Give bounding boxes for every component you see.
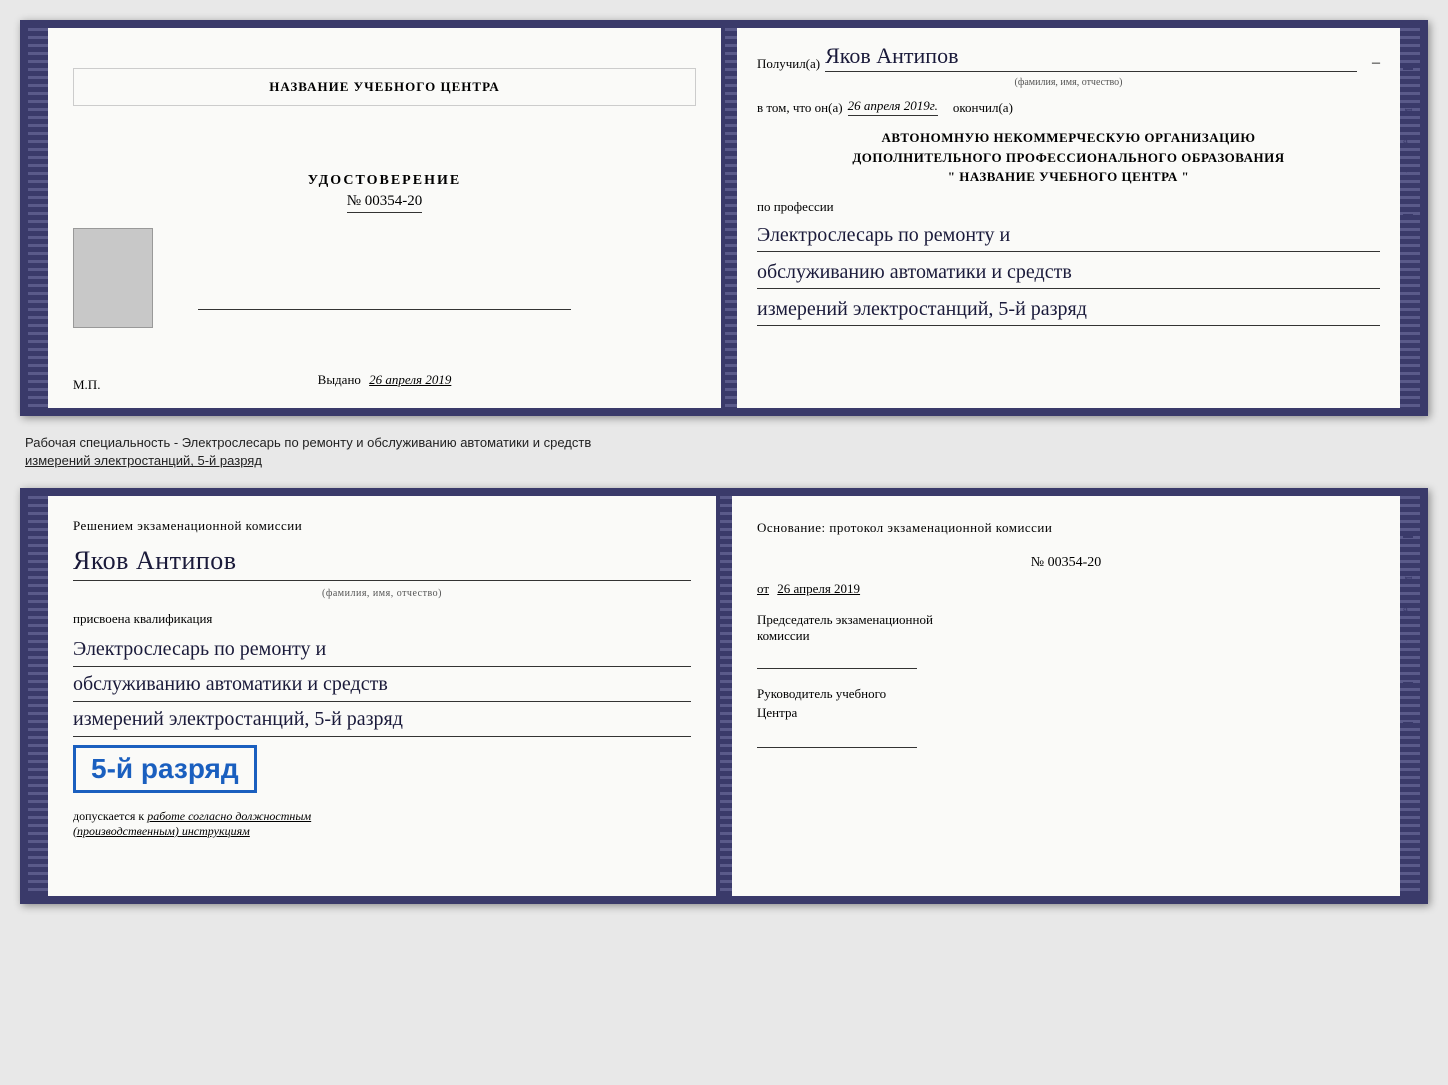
vydano-line: Выдано 26 апреля 2019 bbox=[318, 372, 452, 388]
prisvoena-line: присвоена квалификация bbox=[73, 611, 691, 627]
b-edge-dash-5 bbox=[1403, 682, 1413, 684]
org-line1: АВТОНОМНУЮ НЕКОММЕРЧЕСКУЮ ОРГАНИЗАЦИЮ bbox=[757, 128, 1380, 148]
fio-label-top: (фамилия, имя, отчество) bbox=[757, 77, 1380, 88]
vydano-label: Выдано bbox=[318, 372, 361, 387]
dash-separator: – bbox=[1372, 54, 1380, 72]
bottom-recipient-name: Яков Антипов bbox=[73, 541, 691, 581]
bottom-right-edge-decorations: И а ← bbox=[1403, 516, 1415, 744]
edge-text-i: И bbox=[1403, 108, 1415, 116]
bottom-right-page: Основание: протокол экзаменационной коми… bbox=[732, 496, 1400, 896]
predsedatel-signature-line bbox=[757, 649, 917, 669]
osnovanie-block: Основание: протокол экзаменационной коми… bbox=[757, 516, 1375, 539]
page-container: НАЗВАНИЕ УЧЕБНОГО ЦЕНТРА УДОСТОВЕРЕНИЕ №… bbox=[20, 20, 1428, 904]
between-books-text: Рабочая специальность - Электрослесарь п… bbox=[20, 426, 1428, 478]
qual-line2: обслуживанию автоматики и средств bbox=[73, 667, 691, 702]
protocol-number: № 00354-20 bbox=[1031, 555, 1102, 570]
between-line1-text: Рабочая специальность - Электрослесарь п… bbox=[25, 435, 591, 450]
bottom-left-page: Решением экзаменационной комиссии Яков А… bbox=[48, 496, 720, 896]
edge-dash-5 bbox=[1403, 214, 1413, 216]
right-edge-decorations: И а ← bbox=[1403, 48, 1415, 236]
predsedatel-block: Председатель экзаменационной комиссии bbox=[757, 612, 1375, 669]
profession-line3: измерений электростанций, 5-й разряд bbox=[757, 293, 1380, 326]
cert-spine bbox=[725, 28, 737, 408]
bottom-certificate-book: Решением экзаменационной комиссии Яков А… bbox=[20, 488, 1428, 904]
rukovoditel-label2: Центра bbox=[757, 703, 1375, 723]
top-left-page: НАЗВАНИЕ УЧЕБНОГО ЦЕНТРА УДОСТОВЕРЕНИЕ №… bbox=[48, 28, 725, 408]
edge-dash-3 bbox=[1403, 88, 1413, 90]
qualification-block: Электрослесарь по ремонту и обслуживанию… bbox=[73, 632, 691, 737]
b-edge-dash-1 bbox=[1403, 516, 1413, 518]
edge-dash-1 bbox=[1403, 48, 1413, 50]
predsedatel-label2: комиссии bbox=[757, 628, 1375, 644]
top-right-page: Получил(а) Яков Антипов – (фамилия, имя,… bbox=[737, 28, 1400, 408]
completion-date: 26 апреля 2019г. bbox=[848, 98, 938, 116]
org-block: АВТОНОМНУЮ НЕКОММЕРЧЕСКУЮ ОРГАНИЗАЦИЮ ДО… bbox=[757, 128, 1380, 187]
edge-dash-4 bbox=[1403, 194, 1413, 196]
resheniem-label: Решением экзаменационной комиссии bbox=[73, 516, 691, 536]
profession-line2: обслуживанию автоматики и средств bbox=[757, 256, 1380, 289]
bottom-cert-spine bbox=[720, 496, 732, 896]
dopusk-text2: (производственным) инструкциям bbox=[73, 824, 250, 838]
b-edge-dash-7 bbox=[1403, 722, 1413, 724]
b-edge-dash-8 bbox=[1403, 742, 1413, 744]
b-edge-dash-3 bbox=[1403, 556, 1413, 558]
razryad-text: 5-й разряд bbox=[91, 753, 239, 784]
profession-label: по профессии bbox=[757, 199, 834, 214]
ot-line: от 26 апреля 2019 bbox=[757, 581, 1375, 597]
dopusk-text: работе согласно должностным bbox=[147, 809, 311, 823]
b-edge-dash-6 bbox=[1403, 702, 1413, 704]
profession-line1: Электрослесарь по ремонту и bbox=[757, 219, 1380, 252]
between-line2-text: измерений электростанций, 5-й разряд bbox=[25, 453, 262, 468]
between-line1: Рабочая специальность - Электрослесарь п… bbox=[25, 434, 1423, 452]
org-line2: ДОПОЛНИТЕЛЬНОГО ПРОФЕССИОНАЛЬНОГО ОБРАЗО… bbox=[757, 148, 1380, 168]
edge-dash-2 bbox=[1403, 68, 1413, 70]
recipient-name: Яков Антипов bbox=[825, 43, 1357, 72]
osnovanie-label: Основание: протокол экзаменационной коми… bbox=[757, 520, 1052, 535]
ot-label: от bbox=[757, 581, 769, 596]
qual-line1: Электрослесарь по ремонту и bbox=[73, 632, 691, 667]
left-spine-decoration bbox=[28, 28, 48, 408]
b-edge-dash-4 bbox=[1403, 662, 1413, 664]
edge-text-arrow: ← bbox=[1403, 164, 1415, 176]
rukovoditel-block: Руководитель учебного Центра bbox=[757, 684, 1375, 748]
b-edge-text-a: а bbox=[1403, 602, 1415, 614]
profession-block: по профессии Электрослесарь по ремонту и… bbox=[757, 199, 1380, 326]
razryad-box: 5-й разряд bbox=[73, 745, 257, 793]
b-edge-text-arrow: ← bbox=[1403, 632, 1415, 644]
bottom-left-spine bbox=[28, 496, 48, 896]
okonchil-label: окончил(а) bbox=[953, 100, 1013, 116]
rukovoditel-signature-line bbox=[757, 728, 917, 748]
mp-line: М.П. bbox=[73, 377, 100, 393]
udostoverenie-number: № 00354-20 bbox=[347, 193, 423, 213]
qual-line3: измерений электростанций, 5-й разряд bbox=[73, 702, 691, 737]
dopuskaetsya-line: допускается к работе согласно должностны… bbox=[73, 809, 691, 839]
vtom-label: в том, что он(а) bbox=[757, 100, 843, 116]
udostoverenie-block: УДОСТОВЕРЕНИЕ № 00354-20 bbox=[308, 173, 461, 213]
udostoverenie-title: УДОСТОВЕРЕНИЕ bbox=[308, 173, 461, 189]
resheniem-block: Решением экзаменационной комиссии Яков А… bbox=[73, 516, 691, 601]
b-edge-text-i: И bbox=[1403, 576, 1415, 584]
school-name-top: НАЗВАНИЕ УЧЕБНОГО ЦЕНТРА bbox=[73, 68, 696, 106]
poluchil-label: Получил(а) bbox=[757, 56, 820, 72]
between-line2: измерений электростанций, 5-й разряд bbox=[25, 452, 1423, 470]
vtom-line: в том, что он(а) 26 апреля 2019г. окончи… bbox=[757, 98, 1380, 116]
vydano-date: 26 апреля 2019 bbox=[369, 372, 451, 387]
ot-date: 26 апреля 2019 bbox=[777, 581, 860, 596]
predsedatel-label: Председатель экзаменационной bbox=[757, 612, 1375, 628]
poluchil-line: Получил(а) Яков Антипов – bbox=[757, 43, 1380, 72]
top-certificate-book: НАЗВАНИЕ УЧЕБНОГО ЦЕНТРА УДОСТОВЕРЕНИЕ №… bbox=[20, 20, 1428, 416]
b-edge-dash-2 bbox=[1403, 536, 1413, 538]
photo-placeholder bbox=[73, 228, 153, 328]
rukovoditel-label: Руководитель учебного bbox=[757, 684, 1375, 704]
edge-dash-6 bbox=[1403, 234, 1413, 236]
dopusk-label: допускается к bbox=[73, 809, 144, 823]
org-line3: " НАЗВАНИЕ УЧЕБНОГО ЦЕНТРА " bbox=[757, 167, 1380, 187]
edge-text-a: а bbox=[1403, 134, 1415, 146]
fio-label-bottom: (фамилия, имя, отчество) bbox=[73, 586, 691, 601]
protocol-number-block: № 00354-20 bbox=[757, 555, 1375, 571]
